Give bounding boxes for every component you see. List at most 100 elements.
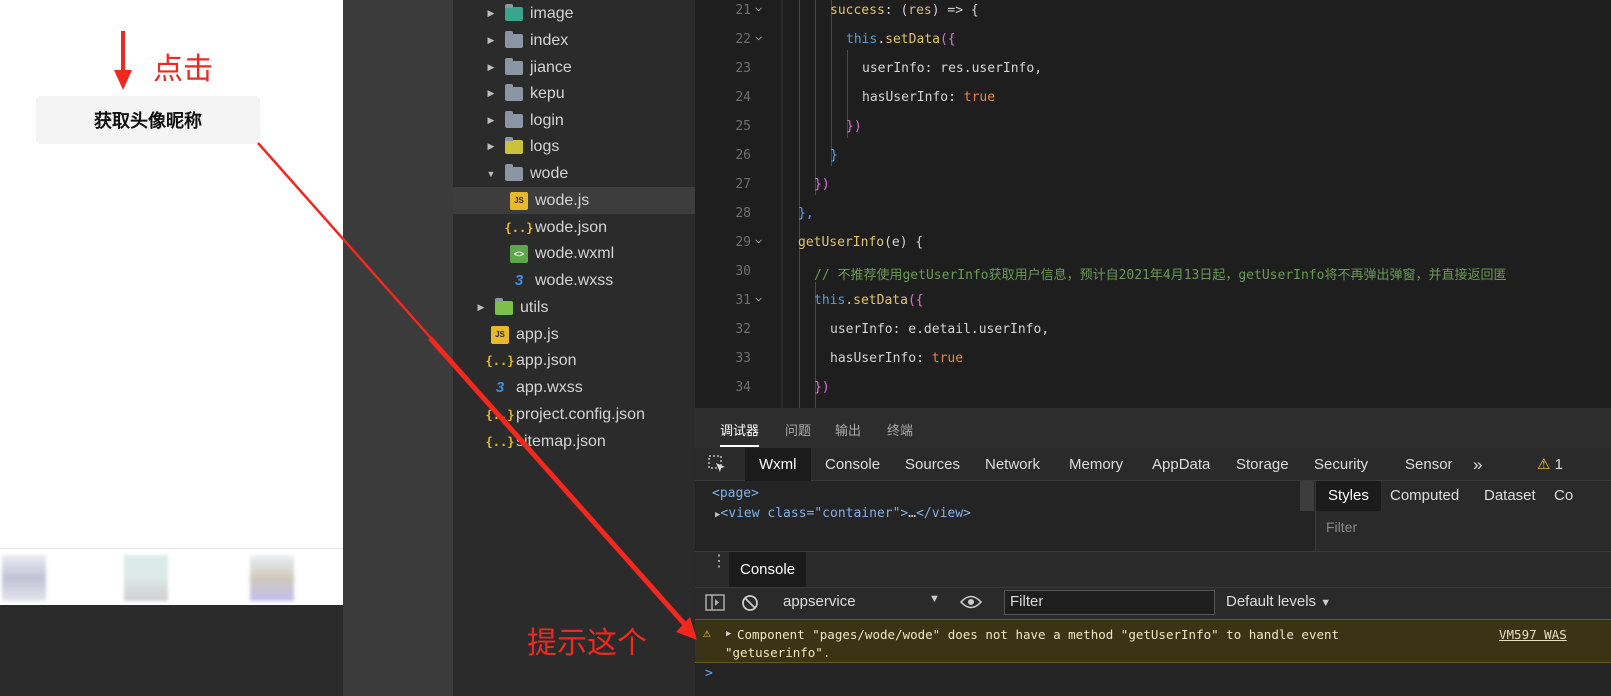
inspect-element-icon[interactable] (707, 454, 727, 474)
tab-item-1[interactable] (2, 555, 46, 601)
tree-item[interactable]: 3 app.wxss (453, 374, 695, 401)
scrollbar[interactable] (1300, 481, 1314, 511)
console-warning-message[interactable]: ⚠ ▶ Component "pages/wode/wode" does not… (695, 619, 1611, 663)
tab-output[interactable]: 输出 (835, 420, 861, 439)
tab-appdata[interactable]: AppData (1152, 448, 1210, 481)
tab-memory[interactable]: Memory (1069, 448, 1123, 481)
tree-item[interactable]: ▶ image (453, 0, 695, 27)
tab-styles[interactable]: Styles (1316, 481, 1381, 511)
tree-item[interactable]: 3 wode.wxss (453, 267, 695, 294)
line-number: 22 (735, 32, 751, 47)
chevron-right-icon[interactable]: ▶ (485, 62, 497, 73)
warning-source-link[interactable]: VM597 WAS (1499, 627, 1567, 642)
code-token: . (877, 32, 886, 47)
tab-item-3[interactable] (250, 555, 294, 601)
code-line-25: }) (846, 119, 862, 134)
chevron-right-icon[interactable]: ▶ (485, 8, 497, 19)
code-token: : ( (884, 3, 909, 18)
tree-item[interactable]: JS wode.js (453, 187, 695, 214)
fold-chevron-icon[interactable]: ⌵ (755, 290, 771, 304)
tree-item[interactable]: ▶ login (453, 107, 695, 134)
tree-item[interactable]: {..} wode.json (453, 214, 695, 241)
code-token: ({ (939, 32, 956, 47)
tree-item-label: sitemap.json (516, 432, 606, 450)
tree-item[interactable]: ▼ wode (453, 160, 695, 187)
tab-storage[interactable]: Storage (1236, 448, 1289, 481)
tree-item-label: wode (530, 164, 569, 182)
context-select[interactable]: appservice (783, 593, 856, 610)
chevron-down-icon[interactable]: ▼ (485, 169, 497, 179)
tab-computed[interactable]: Computed (1390, 481, 1459, 511)
tree-item[interactable]: ▶ jiance (453, 54, 695, 81)
more-tabs-icon[interactable]: » (1473, 448, 1482, 481)
default-levels-dropdown[interactable]: Default levels ▼ (1226, 593, 1331, 610)
code-token: userInfo (830, 322, 893, 337)
line-number: 29 (735, 235, 751, 250)
chevron-right-icon[interactable]: ▶ (485, 88, 497, 99)
code-editor[interactable]: 21 22 23 24 25 26 27 28 29 30 31 32 33 3… (695, 0, 1611, 408)
styles-pane: Styles Computed Dataset Co Filter (1315, 481, 1611, 551)
tab-network[interactable]: Network (985, 448, 1040, 481)
chevron-down-icon[interactable]: ▼ (929, 593, 940, 605)
tree-item[interactable]: {..} app.json (453, 347, 695, 374)
code-token: (e) { (884, 235, 924, 250)
tree-item[interactable]: <> wode.wxml (453, 240, 695, 267)
tree-item-label: app.wxss (516, 378, 583, 396)
tree-item[interactable]: {..} project.config.json (453, 401, 695, 428)
tree-item[interactable]: ▶ index (453, 27, 695, 54)
tab-terminal[interactable]: 终端 (887, 420, 913, 439)
json-file-icon: {..} (485, 353, 515, 368)
console-drawer-tab[interactable]: Console (729, 552, 807, 587)
tab-security[interactable]: Security (1314, 448, 1368, 481)
sidebar-toggle-icon[interactable] (705, 594, 725, 615)
code-line-32: userInfo: e.detail.userInfo, (830, 322, 1049, 337)
tree-item[interactable]: ▶ utils (453, 294, 695, 321)
expand-triangle-icon[interactable]: ▶ (726, 629, 731, 639)
fold-chevron-icon[interactable]: ⌵ (755, 29, 771, 43)
code-token: getUserInfo (798, 235, 885, 250)
tree-item[interactable]: JS app.js (453, 321, 695, 348)
tab-sensor[interactable]: Sensor (1405, 448, 1453, 481)
line-number: 34 (735, 380, 751, 395)
eye-icon[interactable] (959, 594, 983, 614)
folder-icon (505, 3, 523, 23)
code-token: success (830, 3, 885, 18)
warning-counter[interactable]: ⚠ 1 (1537, 448, 1563, 481)
tree-item[interactable]: {..} sitemap.json (453, 428, 695, 455)
tab-wxml[interactable]: Wxml (745, 448, 811, 481)
chevron-right-icon[interactable]: ▶ (475, 302, 487, 313)
line-number: 26 (735, 148, 751, 163)
console-input-area[interactable]: > (695, 663, 1611, 696)
tab-more[interactable]: Co (1554, 481, 1573, 511)
fold-chevron-icon[interactable]: ⌵ (755, 0, 771, 14)
chevron-right-icon[interactable]: ▶ (485, 141, 497, 152)
wxml-node-view[interactable]: ▶<view class="container">…</view> (715, 506, 971, 521)
tab-problems[interactable]: 问题 (785, 420, 811, 439)
styles-filter-input[interactable]: Filter (1326, 519, 1357, 535)
drawer-menu-icon[interactable]: ⋮ (711, 554, 727, 570)
tree-item[interactable]: ▶ logs (453, 133, 695, 160)
tree-item-label: wode.wxml (535, 244, 615, 262)
wxml-node-page[interactable]: <page> (712, 486, 759, 501)
line-number: 32 (735, 322, 751, 337)
clear-console-icon[interactable] (741, 594, 759, 616)
levels-label: Default levels (1226, 593, 1317, 610)
tree-item-label: login (530, 111, 564, 129)
tab-dataset[interactable]: Dataset (1484, 481, 1536, 511)
chevron-right-icon[interactable]: ▶ (485, 115, 497, 126)
chevron-right-icon[interactable]: ▶ (485, 35, 497, 46)
tab-debugger[interactable]: 调试器 (720, 420, 760, 447)
code-token: userInfo (862, 61, 925, 76)
tab-sources[interactable]: Sources (905, 448, 960, 481)
code-token: : res.userInfo, (924, 61, 1043, 76)
fold-chevron-icon[interactable]: ⌵ (755, 232, 771, 246)
tree-item[interactable]: ▶ kepu (453, 80, 695, 107)
tab-console[interactable]: Console (825, 448, 880, 481)
get-avatar-nickname-button[interactable]: 获取头像昵称 (36, 96, 260, 144)
code-line-22: this.setData({ (846, 32, 956, 47)
gutter-separator (781, 0, 783, 408)
tab-item-2[interactable] (124, 555, 168, 601)
console-filter-input[interactable]: Filter (1004, 590, 1215, 615)
indent-guide (831, 0, 832, 166)
folder-icon (505, 136, 523, 156)
